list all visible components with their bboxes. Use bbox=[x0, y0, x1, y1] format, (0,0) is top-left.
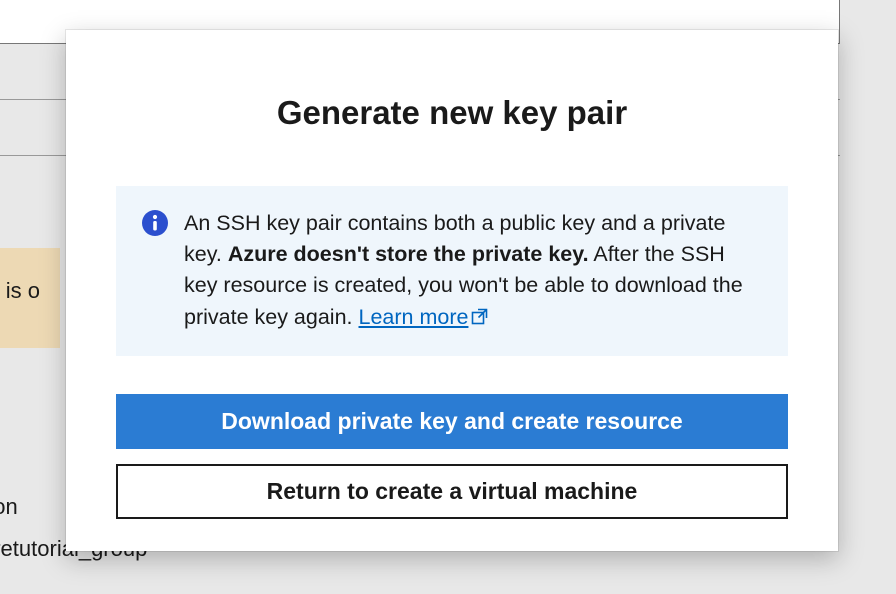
background-warning-partial: s is o bbox=[0, 248, 60, 348]
modal-title: Generate new key pair bbox=[116, 94, 788, 132]
info-text-bold: Azure doesn't store the private key. bbox=[228, 242, 589, 266]
external-link-icon bbox=[471, 303, 488, 334]
info-icon bbox=[142, 210, 168, 236]
generate-key-pair-modal: Generate new key pair An SSH key pair co… bbox=[66, 30, 838, 551]
learn-more-link[interactable]: Learn more bbox=[359, 305, 489, 329]
background-text-partial: ption bbox=[0, 494, 18, 520]
return-button[interactable]: Return to create a virtual machine bbox=[116, 464, 788, 519]
info-banner: An SSH key pair contains both a public k… bbox=[116, 186, 788, 356]
info-text: An SSH key pair contains both a public k… bbox=[184, 208, 762, 334]
download-create-button[interactable]: Download private key and create resource bbox=[116, 394, 788, 449]
